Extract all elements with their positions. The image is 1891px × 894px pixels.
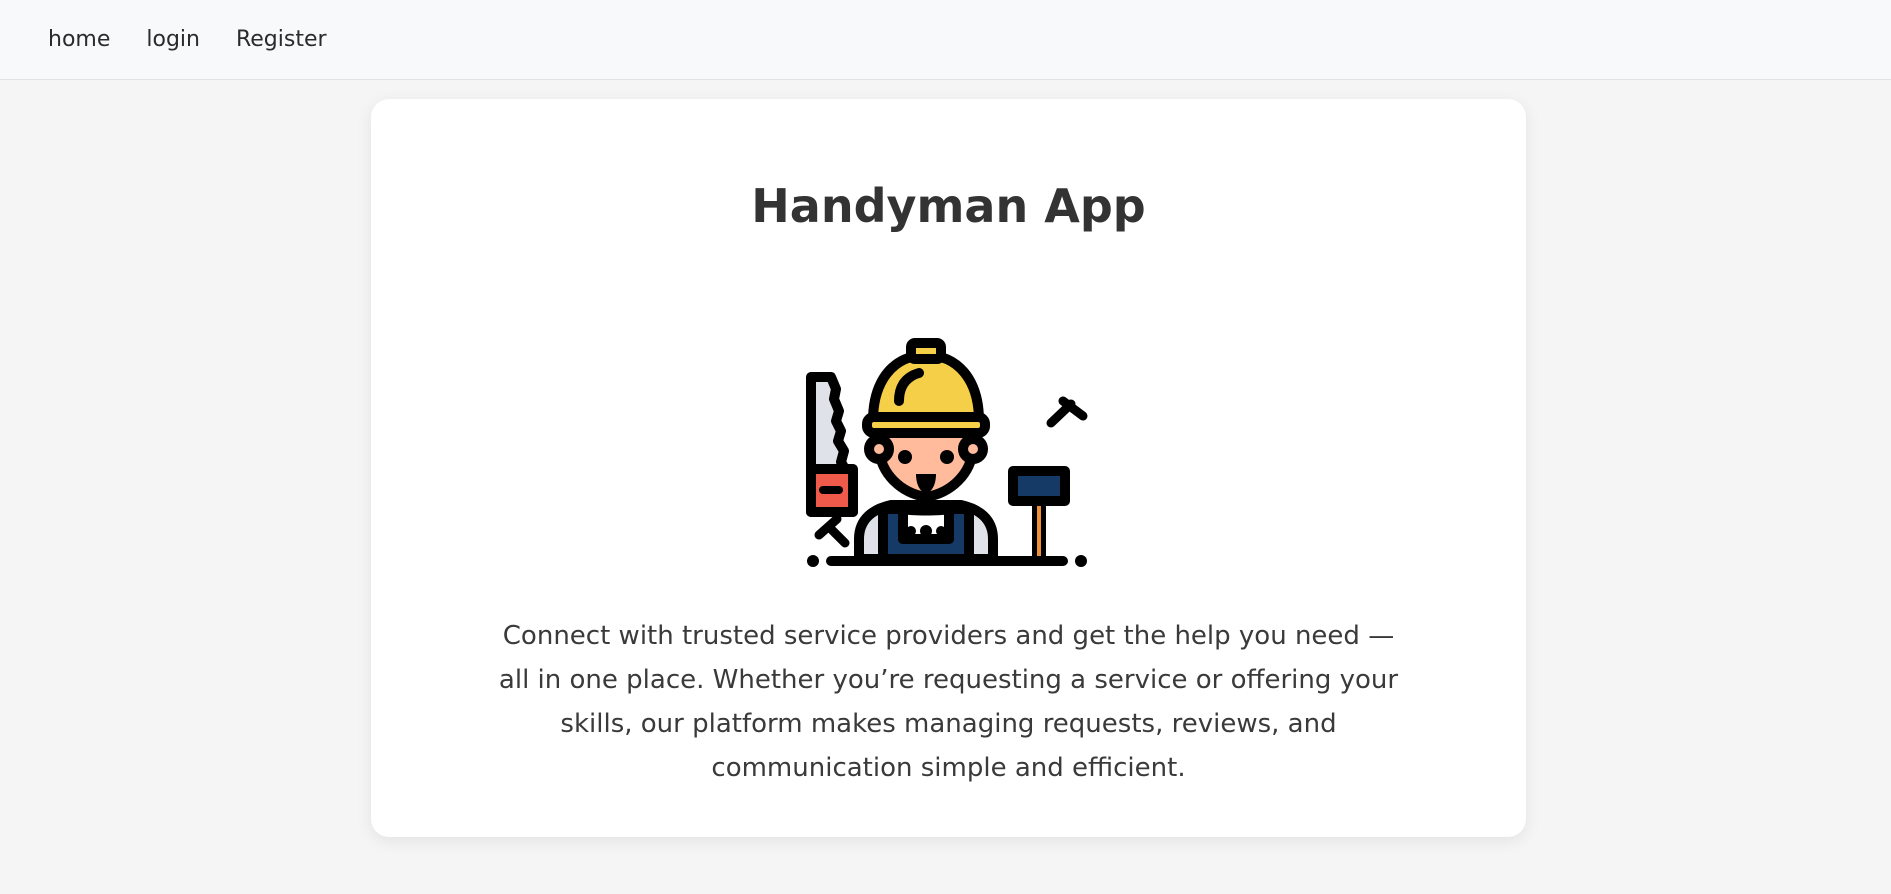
- hero-card: Handyman App Connect with trusted servic…: [371, 99, 1526, 837]
- page-title: Handyman App: [751, 179, 1146, 233]
- nav-link-home[interactable]: home: [48, 28, 110, 51]
- top-navbar: home login Register: [0, 0, 1891, 80]
- nav-link-register[interactable]: Register: [236, 28, 327, 51]
- handyman-worker-icon: [791, 269, 1101, 569]
- nav-link-login[interactable]: login: [146, 28, 200, 51]
- hero-description: Connect with trusted service providers a…: [498, 621, 1399, 783]
